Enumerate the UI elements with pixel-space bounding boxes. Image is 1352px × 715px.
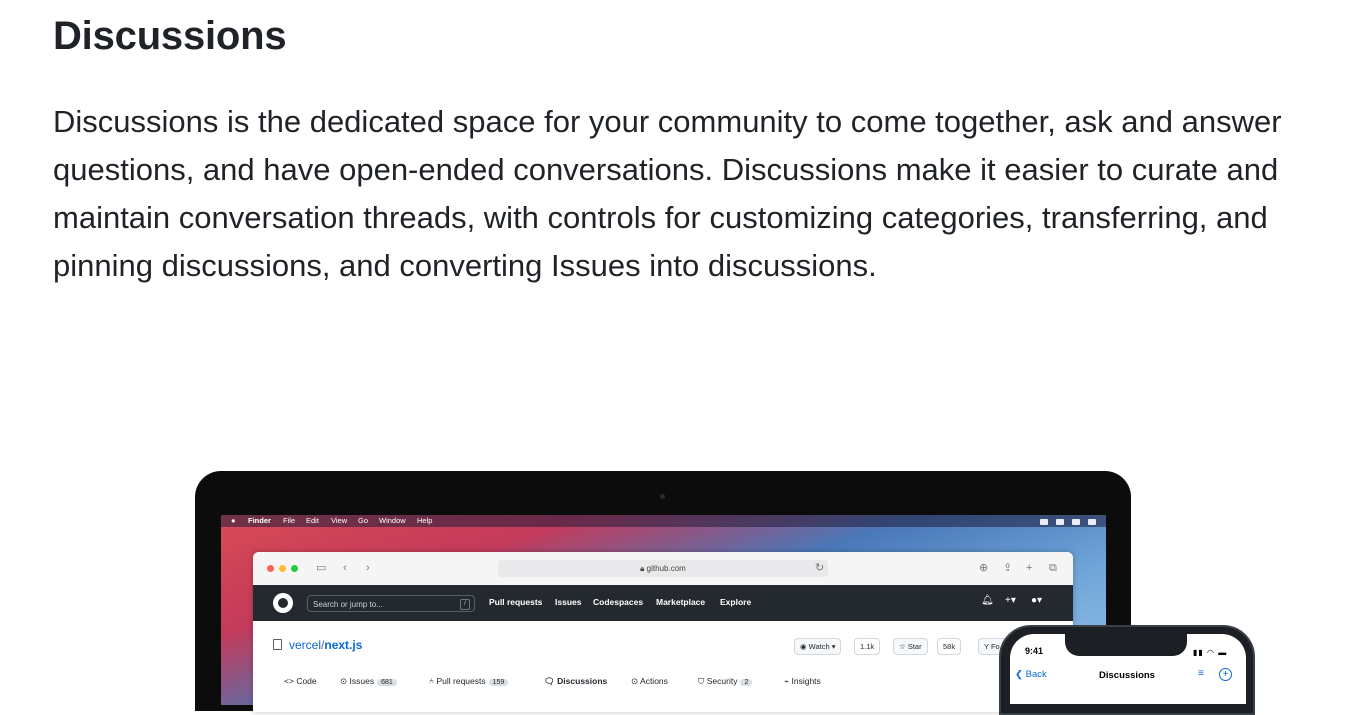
tab-label: Issues <box>349 676 375 686</box>
add-discussion-icon[interactable]: + <box>1219 668 1232 681</box>
code-icon: <> <box>284 676 294 686</box>
tab-label: Discussions <box>557 676 608 686</box>
phone-back-button[interactable]: ❮ Back <box>1015 669 1047 680</box>
back-icon[interactable]: ‹ <box>343 561 347 575</box>
notifications-icon[interactable]: 🔔︎ <box>981 595 994 606</box>
menu-edit[interactable]: Edit <box>306 515 319 527</box>
browser-toolbar: ▭ ‹ › 🔒︎ github.com ↻ ⊕ ⇪ + ⧉ <box>253 552 1073 586</box>
search-icon[interactable] <box>1072 519 1080 525</box>
tab-security[interactable]: ⛉ Security 2 <box>698 676 753 687</box>
tab-label: Pull requests <box>436 676 486 686</box>
wifi-icon[interactable] <box>1056 519 1064 525</box>
tab-discussions[interactable]: 🗨︎ Discussions <box>544 676 607 687</box>
issue-icon: ⊙ <box>340 676 348 686</box>
tab-insights[interactable]: ⌁ Insights <box>784 676 821 687</box>
tab-pull-requests[interactable]: ⑃ Pull requests 159 <box>429 676 509 686</box>
tab-label: Code <box>296 676 317 686</box>
menu-window[interactable]: Window <box>379 515 406 527</box>
watch-count[interactable]: 1.1k <box>854 638 881 655</box>
repo-name-link[interactable]: next.js <box>324 638 362 652</box>
search-shortcut-key: / <box>460 599 470 610</box>
apple-icon[interactable]: ● <box>231 515 236 527</box>
nav-explore[interactable]: Explore <box>720 597 751 607</box>
github-header: Search or jump to... / Pull requests Iss… <box>253 585 1073 621</box>
reload-icon[interactable]: ↻ <box>815 561 824 575</box>
repo-icon <box>273 639 282 650</box>
search-placeholder: Search or jump to... <box>313 600 383 609</box>
browser-window: ▭ ‹ › 🔒︎ github.com ↻ ⊕ ⇪ + ⧉ Search or … <box>253 552 1073 712</box>
menu-finder[interactable]: Finder <box>248 515 271 527</box>
close-window-icon[interactable] <box>267 565 274 572</box>
new-tab-icon[interactable]: + <box>1026 561 1032 575</box>
mac-menu-bar: ● Finder File Edit View Go Window Help <box>221 515 1106 527</box>
tab-counter: 2 <box>740 679 753 686</box>
tab-issues[interactable]: ⊙ Issues 681 <box>340 676 397 687</box>
section-description: Discussions is the dedicated space for y… <box>53 104 1282 283</box>
forward-icon[interactable]: › <box>366 561 370 575</box>
tab-actions[interactable]: ⊙ Actions <box>631 676 668 687</box>
battery-icon[interactable] <box>1040 519 1048 525</box>
star-label: Star <box>907 642 922 651</box>
repo-breadcrumb: vercel/next.js <box>273 638 362 652</box>
tab-code[interactable]: <> Code <box>284 676 317 686</box>
laptop-camera <box>660 494 665 499</box>
star-count[interactable]: 58k <box>937 638 962 655</box>
url-text: github.com <box>646 564 686 573</box>
tab-counter: 159 <box>488 679 509 686</box>
nav-codespaces[interactable]: Codespaces <box>593 597 643 607</box>
download-icon[interactable]: ⊕ <box>979 561 988 575</box>
menu-view[interactable]: View <box>331 515 347 527</box>
phone-time: 9:41 <box>1025 646 1044 656</box>
star-icon: ☆ <box>899 642 906 651</box>
control-center-icon[interactable] <box>1088 519 1096 525</box>
menu-file[interactable]: File <box>283 515 295 527</box>
phone-screen-title: Discussions <box>1099 670 1155 681</box>
github-logo-icon[interactable] <box>273 593 293 613</box>
watch-label: Watch <box>808 642 830 651</box>
section-title: Discussions <box>53 14 287 58</box>
filter-icon[interactable]: ≡ <box>1198 668 1204 679</box>
lock-icon: 🔒︎ <box>640 564 645 573</box>
discussions-icon: 🗨︎ <box>544 676 555 686</box>
menu-help[interactable]: Help <box>417 515 432 527</box>
nav-issues[interactable]: Issues <box>555 597 581 607</box>
pull-request-icon: ⑃ <box>429 676 435 686</box>
nav-marketplace[interactable]: Marketplace <box>656 597 705 607</box>
graph-icon: ⌁ <box>784 676 790 686</box>
watch-button[interactable]: ◉ Watch ▾ <box>794 638 842 655</box>
repo-owner-link[interactable]: vercel <box>289 638 321 652</box>
tab-label: Actions <box>640 676 668 686</box>
menu-go[interactable]: Go <box>358 515 368 527</box>
tab-counter: 681 <box>377 679 397 686</box>
nav-pull-requests[interactable]: Pull requests <box>489 597 542 607</box>
phone-status-icons: ▮▮ ◠ ▬ <box>1193 648 1228 657</box>
create-new-icon[interactable]: +▾ <box>1005 595 1016 606</box>
fork-icon: Y <box>984 642 989 651</box>
sidebar-icon[interactable]: ▭ <box>316 561 326 575</box>
actions-icon: ⊙ <box>631 676 639 686</box>
tabs-overview-icon[interactable]: ⧉ <box>1049 561 1057 575</box>
star-button[interactable]: ☆ Star <box>893 638 928 655</box>
back-label: Back <box>1025 669 1047 680</box>
fork-label: Fo <box>990 642 1000 651</box>
tab-label: Insights <box>791 676 821 686</box>
avatar[interactable]: ●▾ <box>1031 595 1042 606</box>
maximize-window-icon[interactable] <box>291 565 298 572</box>
tab-label: Security <box>706 676 738 686</box>
share-icon[interactable]: ⇪ <box>1003 561 1012 575</box>
github-search-input[interactable]: Search or jump to... / <box>307 595 475 612</box>
minimize-window-icon[interactable] <box>279 565 286 572</box>
eye-icon: ◉ <box>800 642 807 651</box>
phone-notch <box>1065 631 1187 656</box>
shield-icon: ⛉ <box>698 676 705 686</box>
chevron-left-icon: ❮ <box>1015 669 1023 680</box>
menu-bar-status-icons <box>1032 517 1096 529</box>
address-bar[interactable]: 🔒︎ github.com <box>498 560 828 577</box>
